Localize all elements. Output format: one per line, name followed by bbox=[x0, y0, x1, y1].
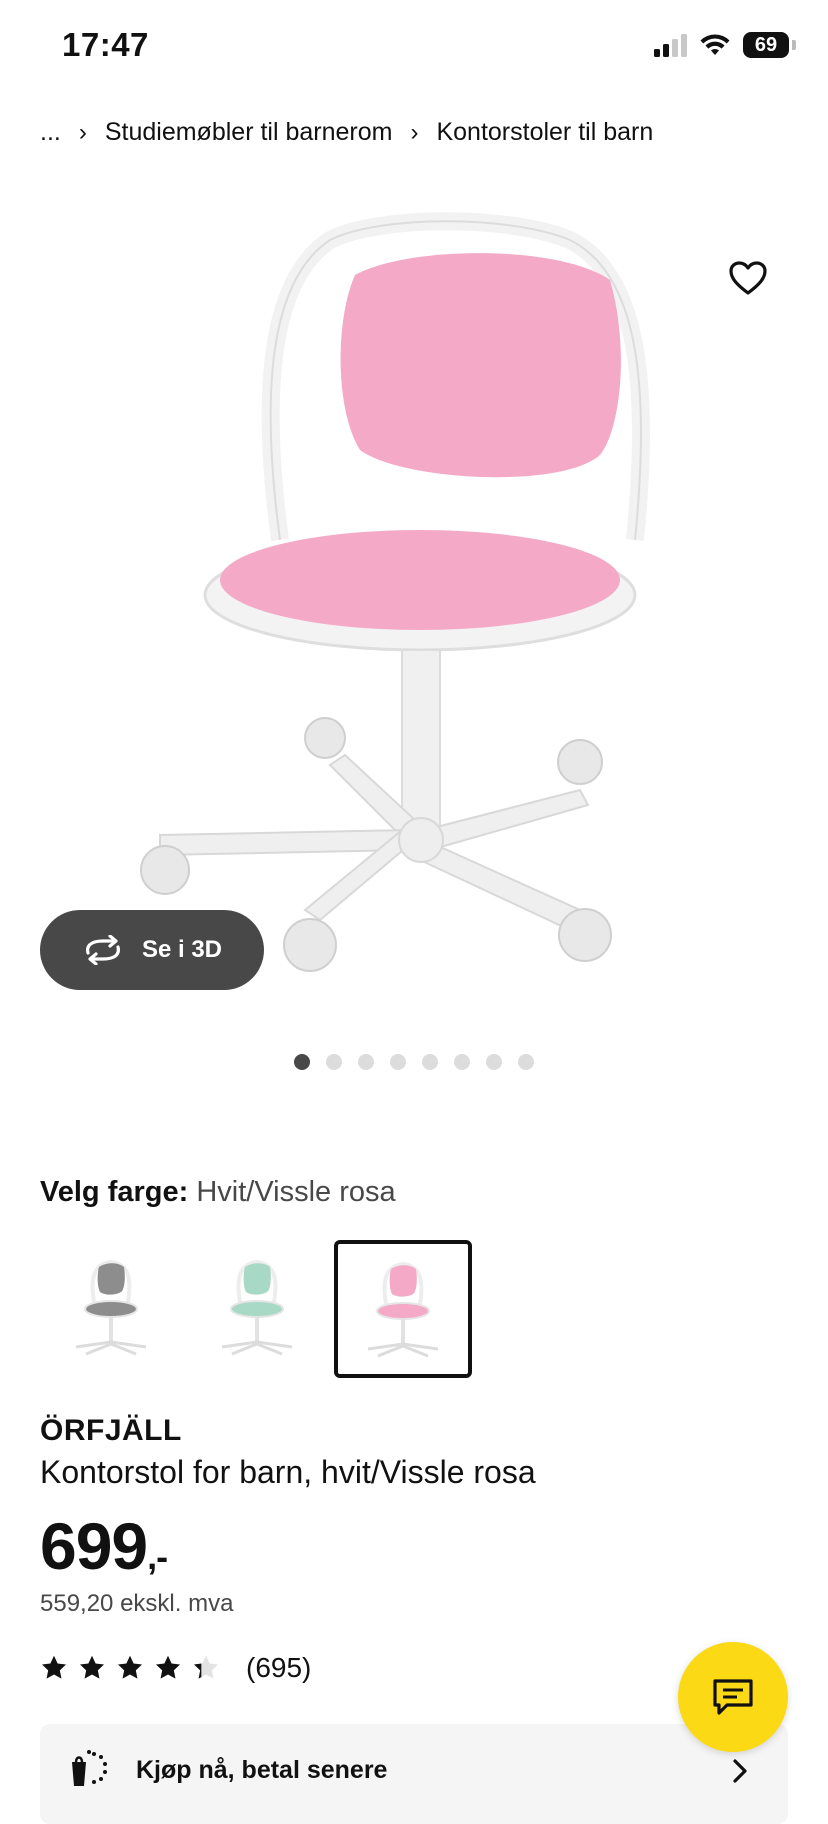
breadcrumb-item-study-furniture[interactable]: Studiemøbler til barnerom bbox=[105, 118, 393, 147]
price-value: 699 bbox=[40, 1509, 148, 1583]
price-ex-vat: 559,20 ekskl. mva bbox=[40, 1590, 234, 1617]
chevron-right-icon bbox=[733, 1759, 747, 1783]
color-selection-label: Velg farge: Hvit/Vissle rosa bbox=[40, 1176, 396, 1209]
carousel-dot[interactable] bbox=[390, 1054, 406, 1070]
carousel-dot[interactable] bbox=[486, 1054, 502, 1070]
carousel-dot[interactable] bbox=[326, 1054, 342, 1070]
chevron-right-icon: › bbox=[78, 118, 87, 146]
carousel-indicator bbox=[0, 1054, 828, 1070]
color-label: Velg farge: bbox=[40, 1176, 189, 1208]
rotate-3d-icon bbox=[86, 935, 120, 965]
star-icon bbox=[117, 1655, 143, 1679]
color-swatch-green[interactable] bbox=[190, 1240, 324, 1374]
heart-icon bbox=[729, 261, 767, 295]
rating-summary[interactable]: (695) bbox=[40, 1652, 311, 1684]
color-value: Hvit/Vissle rosa bbox=[196, 1176, 396, 1208]
chair-thumbnail-green bbox=[221, 1259, 293, 1356]
view-in-3d-label: Se i 3D bbox=[141, 936, 223, 963]
favorite-button[interactable] bbox=[720, 250, 776, 306]
battery-cap bbox=[792, 40, 796, 50]
status-time: 17:47 bbox=[62, 26, 149, 63]
product-image-gallery[interactable] bbox=[0, 210, 828, 1030]
product-price: 699,- bbox=[40, 1508, 168, 1584]
star-partial-icon bbox=[193, 1655, 219, 1679]
breadcrumb-ellipsis[interactable]: ... bbox=[40, 118, 61, 147]
cellular-signal-icon bbox=[654, 33, 687, 57]
price-suffix: ,- bbox=[147, 1536, 168, 1577]
carousel-dot[interactable] bbox=[294, 1054, 310, 1070]
chat-button[interactable] bbox=[678, 1642, 788, 1752]
product-name: ÖRFJÄLL bbox=[40, 1414, 182, 1447]
wifi-icon bbox=[700, 34, 730, 55]
carousel-dot[interactable] bbox=[454, 1054, 470, 1070]
chair-thumbnail-pink bbox=[367, 1261, 439, 1358]
carousel-dot[interactable] bbox=[422, 1054, 438, 1070]
chat-bubble-icon bbox=[713, 1679, 753, 1715]
view-in-3d-button[interactable]: Se i 3D bbox=[40, 910, 264, 990]
review-count: (695) bbox=[246, 1652, 312, 1683]
buy-now-pay-later-label: Kjøp nå, betal senere bbox=[136, 1756, 388, 1784]
color-swatch-grey[interactable] bbox=[44, 1240, 178, 1374]
product-description: Kontorstol for barn, hvit/Vissle rosa bbox=[40, 1454, 536, 1490]
breadcrumb-item-office-chairs[interactable]: Kontorstoler til barn bbox=[436, 118, 653, 147]
star-icon bbox=[79, 1655, 105, 1679]
carousel-dot[interactable] bbox=[358, 1054, 374, 1070]
breadcrumb: ... › Studiemøbler til barnerom › Kontor… bbox=[40, 118, 653, 147]
color-swatch-pink[interactable] bbox=[334, 1240, 472, 1378]
chevron-right-icon: › bbox=[410, 118, 419, 146]
star-icon bbox=[41, 1655, 67, 1679]
carousel-dot[interactable] bbox=[518, 1054, 534, 1070]
payment-bag-icon bbox=[72, 1750, 107, 1786]
star-icon bbox=[155, 1655, 181, 1679]
product-image-chair bbox=[140, 212, 651, 972]
status-icons: 69 bbox=[654, 32, 796, 58]
chair-thumbnail-grey bbox=[75, 1259, 147, 1356]
battery-icon: 69 bbox=[743, 32, 789, 58]
